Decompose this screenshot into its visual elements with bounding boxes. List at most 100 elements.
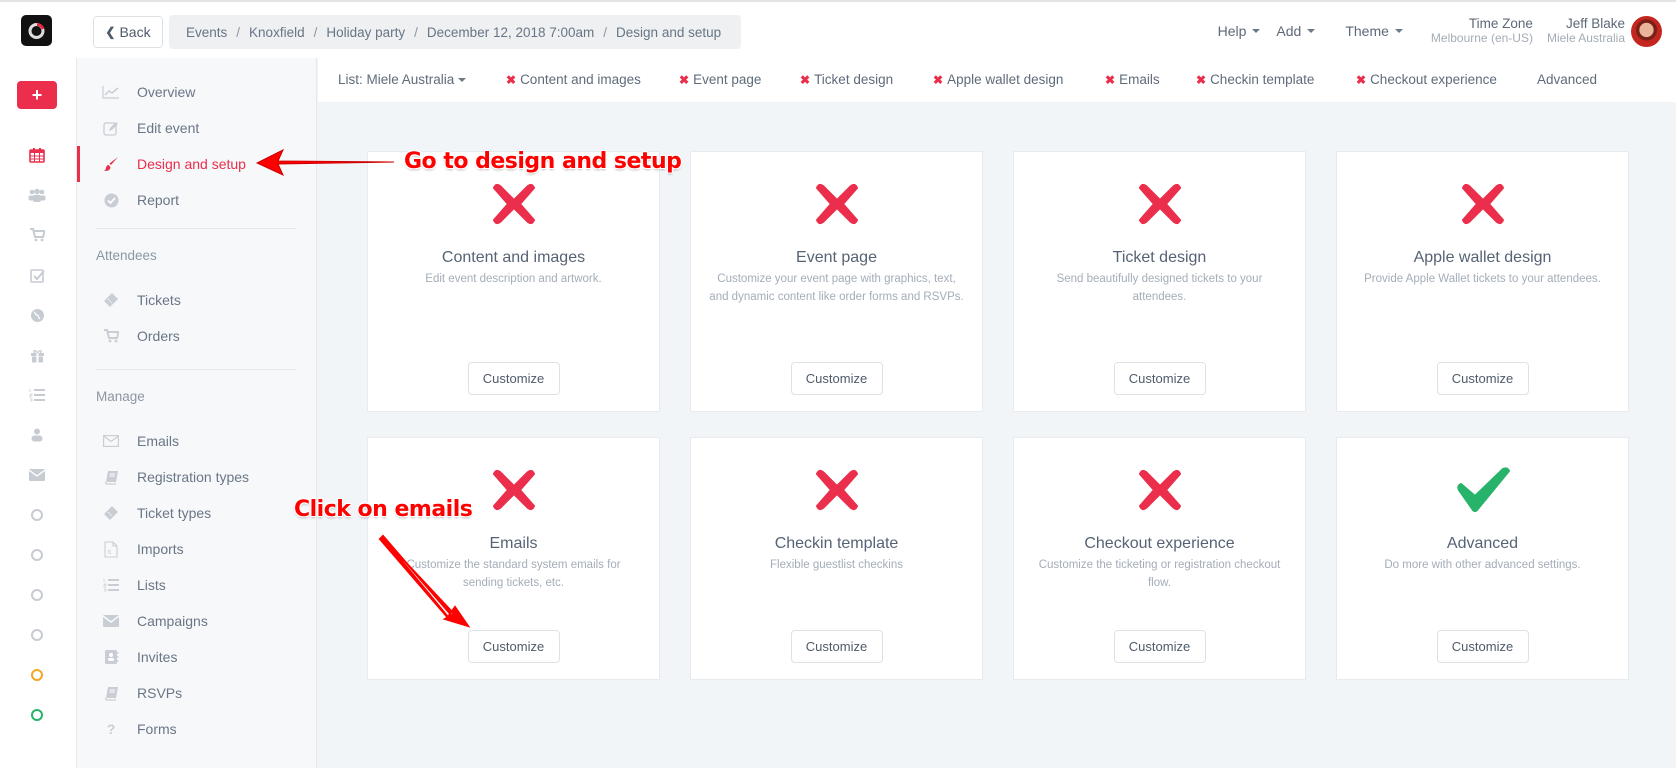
customize-button[interactable]: Customize xyxy=(1113,630,1206,663)
sidebar-item-edit-event[interactable]: Edit event xyxy=(77,113,317,143)
customize-button[interactable]: Customize xyxy=(790,630,883,663)
chart-line-icon xyxy=(102,83,120,101)
ring-orange-icon[interactable] xyxy=(28,666,46,684)
back-label: Back xyxy=(119,24,151,40)
x-icon: ✖ xyxy=(1105,72,1116,87)
sidebar-item-tickets[interactable]: Tickets xyxy=(77,285,317,315)
user-menu[interactable]: Jeff Blake Miele Australia xyxy=(1547,16,1625,46)
help-label: Help xyxy=(1217,23,1247,39)
users-icon[interactable] xyxy=(28,186,46,204)
back-button[interactable]: ❮ Back xyxy=(93,16,163,48)
breadcrumb-events[interactable]: Events xyxy=(186,25,227,40)
ring-icon[interactable] xyxy=(28,586,46,604)
help-menu[interactable]: Help xyxy=(1218,23,1261,39)
sidebar-item-emails[interactable]: Emails xyxy=(77,426,317,456)
address-book-icon xyxy=(102,648,120,666)
customize-button[interactable]: Customize xyxy=(1436,362,1529,395)
tab-event-page[interactable]: ✖ Event page xyxy=(679,72,761,87)
x-mark-icon xyxy=(490,466,538,514)
card-description: Send beautifully designed tickets to you… xyxy=(1056,273,1263,303)
sidebar: Overview Edit event Design and setup Rep… xyxy=(77,58,317,768)
manage-heading: Manage xyxy=(96,389,145,404)
tab-ticket-design[interactable]: ✖ Ticket design xyxy=(800,72,893,87)
envelope-icon[interactable] xyxy=(28,466,46,484)
tab-advanced[interactable]: Advanced xyxy=(1537,72,1597,87)
customize-button[interactable]: Customize xyxy=(467,630,560,663)
sidebar-item-ticket-types[interactable]: Ticket types xyxy=(77,498,317,528)
avatar[interactable] xyxy=(1631,15,1662,47)
x-icon: ✖ xyxy=(800,72,811,87)
sidebar-item-invites[interactable]: Invites xyxy=(77,642,317,672)
tab-label: Content and images xyxy=(520,72,641,87)
sidebar-item-campaigns[interactable]: Campaigns xyxy=(77,606,317,636)
question-icon: ? xyxy=(106,721,116,737)
timezone[interactable]: Time Zone Melbourne (en-US) xyxy=(1430,17,1533,46)
timezone-value: Melbourne (en-US) xyxy=(1430,31,1533,45)
x-icon: ✖ xyxy=(933,72,944,87)
x-icon: ✖ xyxy=(679,72,690,87)
calendar-icon[interactable] xyxy=(28,146,46,164)
caret-down-icon xyxy=(458,77,467,82)
annotation-click-emails: Click on emails xyxy=(294,497,473,522)
customize-button[interactable]: Customize xyxy=(467,362,560,395)
breadcrumb-date[interactable]: December 12, 2018 7:00am xyxy=(427,25,594,40)
list-icon[interactable] xyxy=(28,386,46,404)
tab-label: Apple wallet design xyxy=(947,72,1064,87)
ring-icon[interactable] xyxy=(28,506,46,524)
x-mark-icon xyxy=(1136,180,1184,228)
checkbox-icon[interactable] xyxy=(28,266,46,284)
breadcrumb-event[interactable]: Holiday party xyxy=(326,25,405,40)
cart-icon[interactable] xyxy=(28,226,46,244)
card-title: Content and images xyxy=(441,249,586,266)
card-title: Checkout experience xyxy=(1084,535,1235,552)
sidebar-item-rsvps[interactable]: RSVPs xyxy=(77,678,317,708)
tab-apple-wallet-design[interactable]: ✖ Apple wallet design xyxy=(933,72,1063,87)
sidebar-item-label: Tickets xyxy=(137,292,181,308)
ring-icon[interactable] xyxy=(28,546,46,564)
sidebar-item-lists[interactable]: Lists xyxy=(77,570,317,600)
sidebar-item-orders[interactable]: Orders xyxy=(77,321,317,351)
customize-button[interactable]: Customize xyxy=(1436,630,1529,663)
sidebar-item-registration-types[interactable]: Registration types xyxy=(77,462,317,492)
icon-rail: + xyxy=(0,58,77,768)
add-button[interactable]: + xyxy=(17,81,57,109)
theme-menu[interactable]: Theme xyxy=(1345,23,1403,39)
sidebar-item-forms[interactable]: ? Forms xyxy=(77,714,317,744)
book-icon xyxy=(102,684,120,702)
x-mark-icon xyxy=(813,180,861,228)
add-menu[interactable]: Add xyxy=(1276,23,1316,39)
x-icon: ✖ xyxy=(1196,72,1207,87)
tab-label: Checkout experience xyxy=(1370,72,1497,87)
edit-icon xyxy=(102,119,120,137)
person-icon[interactable] xyxy=(28,426,46,444)
tab-emails[interactable]: ✖ Emails xyxy=(1105,72,1160,87)
card-description: Flexible guestlist checkins xyxy=(770,559,903,571)
envelope-outline-icon xyxy=(102,432,120,450)
user-name: Jeff Blake xyxy=(1565,16,1625,31)
sidebar-item-imports[interactable]: x Imports xyxy=(77,534,317,564)
ring-green-icon[interactable] xyxy=(28,706,46,724)
chevron-left-icon: ❮ xyxy=(105,25,116,39)
tab-checkin-template[interactable]: ✖ Checkin template xyxy=(1196,72,1314,87)
app-logo[interactable] xyxy=(21,15,52,46)
globe-icon[interactable] xyxy=(28,306,46,324)
sidebar-item-report[interactable]: Report xyxy=(77,185,317,215)
ring-icon[interactable] xyxy=(28,626,46,644)
sidebar-item-label: Campaigns xyxy=(137,613,208,629)
breadcrumb-venue[interactable]: Knoxfield xyxy=(249,25,305,40)
tab-content-and-images[interactable]: ✖ Content and images xyxy=(506,72,641,87)
envelope-icon xyxy=(102,612,120,630)
gift-icon[interactable] xyxy=(28,346,46,364)
customize-button[interactable]: Customize xyxy=(790,362,883,395)
sidebar-item-design-and-setup[interactable]: Design and setup xyxy=(77,146,317,182)
card-content-and-images: Content and images Edit event description… xyxy=(367,151,660,412)
tab-checkout-experience[interactable]: ✖ Checkout experience xyxy=(1356,72,1497,87)
list-selector-label: List: Miele Australia xyxy=(338,72,455,87)
tab-label: Emails xyxy=(1119,72,1160,87)
ticket-icon xyxy=(102,504,120,522)
list-selector[interactable]: List: Miele Australia xyxy=(338,72,467,87)
customize-button[interactable]: Customize xyxy=(1113,362,1206,395)
top-right-menu: Help Add Theme Time Zone Melbourne (en-U… xyxy=(1218,2,1676,60)
card-emails: Emails Customize the standard system emai… xyxy=(367,437,660,680)
sidebar-item-overview[interactable]: Overview xyxy=(77,77,317,107)
